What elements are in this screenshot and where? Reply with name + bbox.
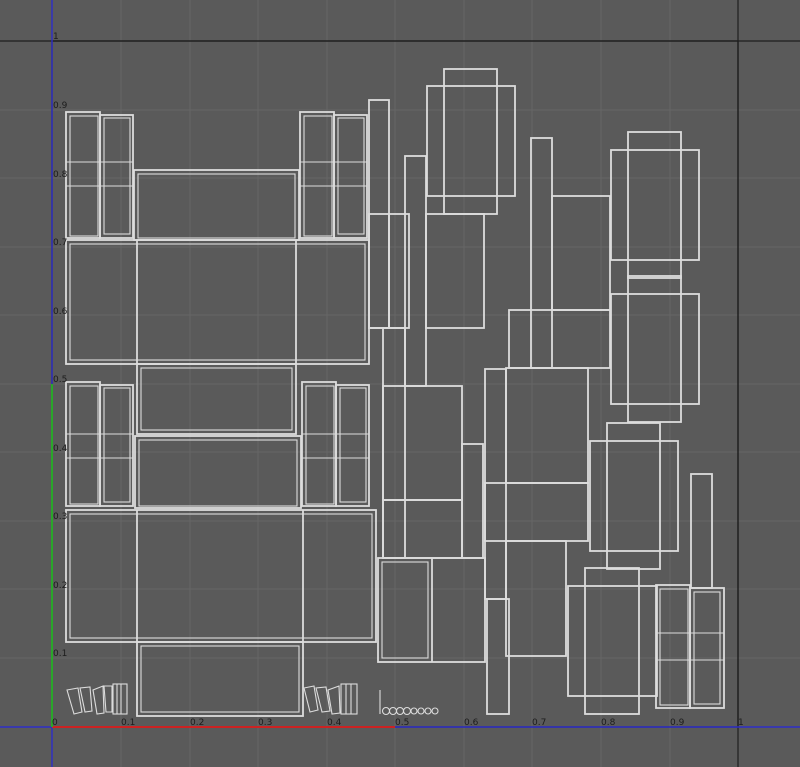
uv-canvas[interactable]: 0 0.1 0.2 0.3 0.4 0.5 0.6 0.7 0.8 0.9 1 … — [0, 0, 800, 767]
u-tick-label: 0.1 — [121, 718, 135, 728]
v-tick-label: 0.9 — [53, 101, 68, 111]
u-tick-label: 0.5 — [395, 718, 409, 728]
v-tick-label: 1 — [53, 32, 59, 42]
v-tick-label: 0.2 — [53, 581, 67, 591]
u-tick-label: 0.6 — [464, 718, 479, 728]
v-tick-label: 0.1 — [53, 649, 67, 659]
v-tick-label: 0.5 — [53, 375, 67, 385]
u-tick-label: 0.9 — [670, 718, 685, 728]
u-tick-label: 0.4 — [327, 718, 342, 728]
u-tick-label: 0.2 — [190, 718, 204, 728]
v-tick-label: 0.3 — [53, 512, 67, 522]
v-tick-label: 0.7 — [53, 238, 67, 248]
u-tick-label: 1 — [738, 718, 744, 728]
v-tick-label: 0.8 — [53, 170, 68, 180]
u-tick-label: 0.7 — [532, 718, 546, 728]
u-tick-label: 0.3 — [258, 718, 272, 728]
v-tick-label: 0.4 — [53, 444, 68, 454]
v-tick-label: 0.6 — [53, 307, 68, 317]
u-tick-label: 0.8 — [601, 718, 616, 728]
uv-editor-viewport[interactable]: 0 0.1 0.2 0.3 0.4 0.5 0.6 0.7 0.8 0.9 1 … — [0, 0, 800, 767]
u-tick-label: 0 — [52, 718, 58, 728]
